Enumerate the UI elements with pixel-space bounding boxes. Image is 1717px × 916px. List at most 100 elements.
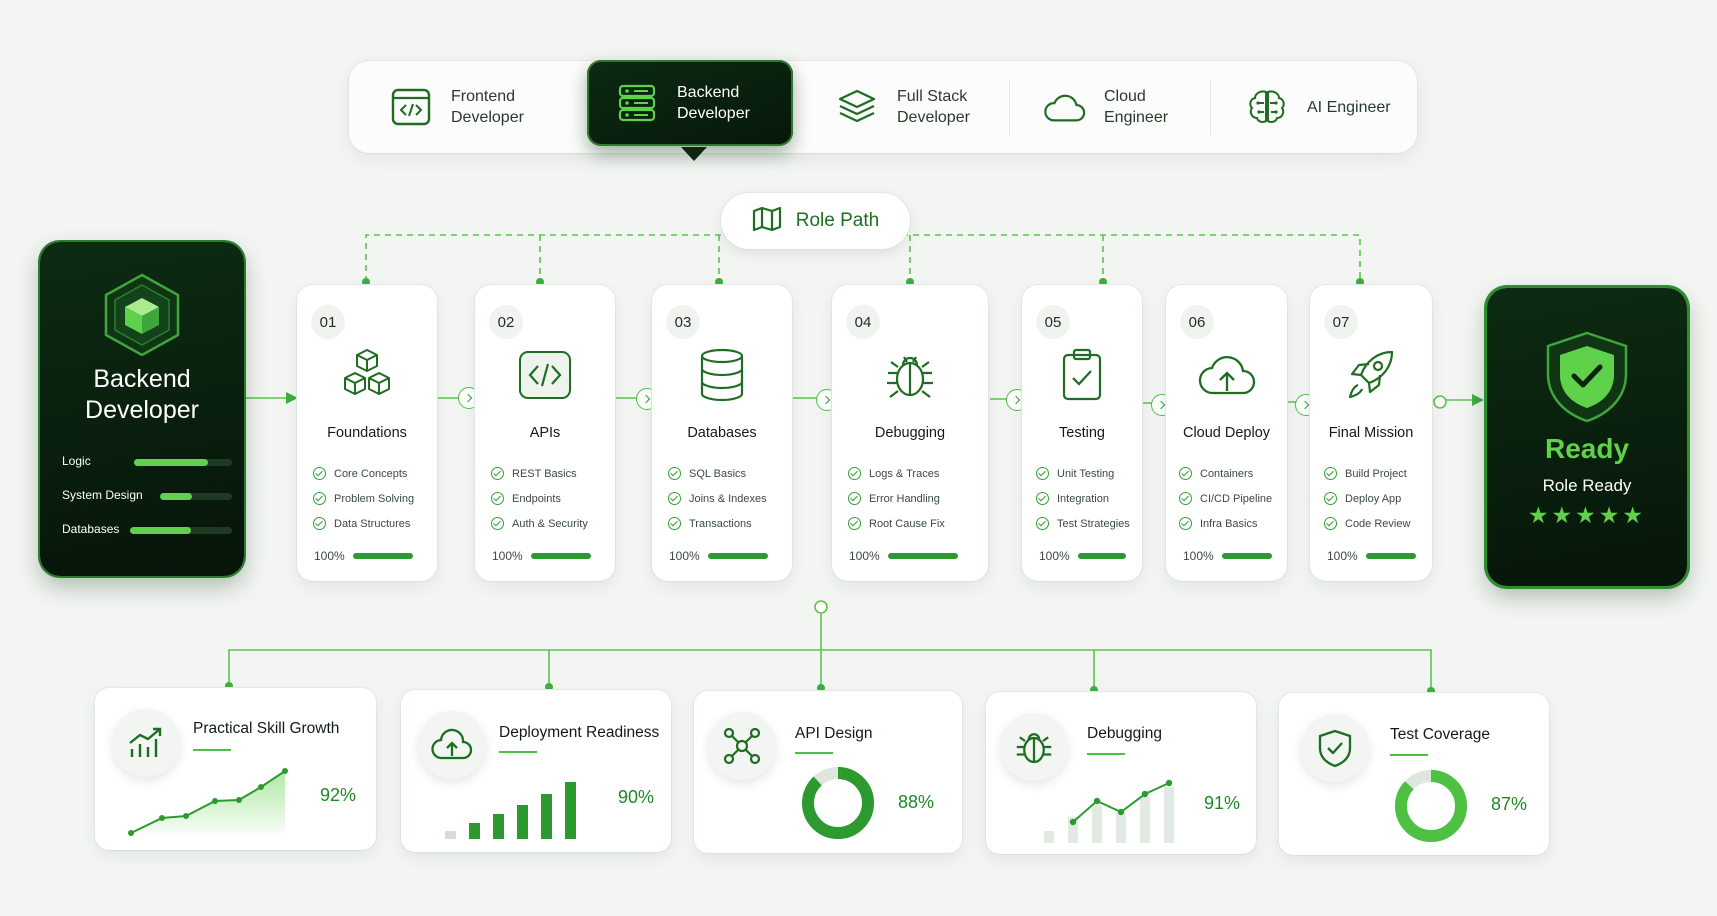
checklist-item-label: Root Cause Fix: [869, 517, 945, 530]
map-icon: [752, 206, 782, 237]
metric-title: API Design: [795, 725, 873, 742]
checklist-item: Logs & Traces: [848, 461, 945, 486]
shield-check-icon: [1301, 714, 1369, 782]
checklist-item-label: Infra Basics: [1200, 517, 1258, 530]
checklist-item: Error Handling: [848, 486, 945, 511]
check-icon: [848, 492, 861, 505]
progress-percent: 100%: [1183, 549, 1214, 563]
step-card-testing[interactable]: 05 Testing Unit Testing Integration Test…: [1022, 285, 1142, 581]
checklist-item: Root Cause Fix: [848, 511, 945, 536]
progress-bar: [1077, 553, 1126, 559]
step-card-cloud-deploy[interactable]: 06 Cloud Deploy Containers CI/CD Pipelin…: [1166, 285, 1287, 581]
tab-full-stack-developer[interactable]: Full Stack Developer: [799, 61, 999, 153]
metric-card-debugging[interactable]: Debugging 91%: [986, 692, 1256, 854]
metric-card-practical-skill-growth[interactable]: Practical Skill Growth 92%: [95, 688, 376, 850]
progress-bar: [707, 553, 768, 559]
checklist-item-label: Logs & Traces: [869, 467, 940, 480]
checklist-item: Joins & Indexes: [668, 486, 767, 511]
step-checklist: SQL Basics Joins & Indexes Transactions: [668, 461, 767, 536]
progress-percent: 100%: [849, 549, 880, 563]
step-card-apis[interactable]: 02 APIs REST Basics Endpoints Auth & Sec…: [475, 285, 615, 581]
role-path-label: Role Path: [795, 210, 880, 231]
test-coverage-donut: [1395, 770, 1467, 842]
check-icon: [491, 467, 504, 480]
step-card-databases[interactable]: 03 Databases SQL Basics Joins & Indexes …: [652, 285, 792, 581]
tab-cloud-engineer[interactable]: Cloud Engineer: [1010, 61, 1210, 153]
step-card-foundations[interactable]: 01 Foundations Core Concepts Problem Sol…: [297, 285, 437, 581]
readiness-bar-chart: [445, 782, 576, 839]
step-title: Databases: [687, 425, 757, 441]
metric-card-deployment-readiness[interactable]: Deployment Readiness 90%: [401, 690, 671, 852]
checklist-item-label: Unit Testing: [1057, 467, 1115, 480]
checklist-item-label: Error Handling: [869, 492, 940, 505]
step-number: 04: [846, 305, 880, 339]
checklist-item: REST Basics: [491, 461, 588, 486]
layers-icon: [835, 85, 879, 129]
progress-percent: 100%: [1039, 549, 1070, 563]
check-icon: [313, 467, 326, 480]
step-title: Testing: [1059, 425, 1105, 441]
checklist-item: Deploy App: [1324, 486, 1410, 511]
check-icon: [1324, 492, 1337, 505]
skill-track: [160, 493, 232, 500]
step-checklist: Build Project Deploy App Code Review: [1324, 461, 1410, 536]
step-title: Final Mission: [1328, 425, 1414, 441]
checklist-item-label: SQL Basics: [689, 467, 747, 480]
checklist-item: Code Review: [1324, 511, 1410, 536]
checklist-item-label: Data Structures: [334, 517, 411, 530]
step-checklist: Unit Testing Integration Test Strategies: [1036, 461, 1130, 536]
checklist-item: Auth & Security: [491, 511, 588, 536]
tab-ai-engineer[interactable]: AI Engineer: [1211, 61, 1417, 153]
metric-title: Test Coverage: [1390, 726, 1490, 743]
checklist-item-label: Deploy App: [1345, 492, 1402, 505]
progress-bar: [1365, 553, 1416, 559]
checklist-item-label: CI/CD Pipeline: [1200, 492, 1273, 505]
check-icon: [1324, 517, 1337, 530]
skill-label: Databases: [62, 522, 120, 536]
checklist-item: Transactions: [668, 511, 767, 536]
metric-title: Deployment Readiness: [499, 724, 660, 741]
checklist-item-label: Endpoints: [512, 492, 561, 505]
skill-bar-fill: [130, 527, 192, 534]
code-window-icon: [389, 85, 433, 129]
step-progress: 100%: [492, 549, 591, 563]
skill-bar-fill: [160, 493, 193, 500]
role-label: Cloud Engineer: [1104, 88, 1169, 126]
step-checklist: REST Basics Endpoints Auth & Security: [491, 461, 588, 536]
cube-icon: [101, 272, 183, 363]
tab-frontend-developer[interactable]: Frontend Developer: [349, 61, 585, 153]
tab-backend-developer[interactable]: Backend Developer: [587, 60, 793, 146]
title-underline: [1390, 754, 1428, 756]
shield-check-icon: [1542, 330, 1632, 429]
progress-percent: 100%: [492, 549, 523, 563]
title-underline: [1087, 753, 1125, 755]
role-label: Backend Developer: [677, 84, 750, 122]
progress-percent: 100%: [314, 549, 345, 563]
checklist-item-label: REST Basics: [512, 467, 577, 480]
metric-card-test-coverage[interactable]: Test Coverage 87%: [1279, 693, 1549, 855]
progress-bar: [887, 553, 958, 559]
skill-label: Logic: [62, 454, 91, 468]
bug-icon: [832, 345, 988, 405]
check-icon: [313, 517, 326, 530]
skill-row-system-design: System Design: [62, 486, 232, 506]
check-icon: [1179, 492, 1192, 505]
role-label: Frontend Developer: [451, 88, 524, 126]
step-number: 02: [489, 305, 523, 339]
checklist-item-label: Problem Solving: [334, 492, 415, 505]
checklist-item: Integration: [1036, 486, 1130, 511]
step-number: 01: [311, 305, 345, 339]
step-card-debugging[interactable]: 04 Debugging Logs & Traces Error Handlin…: [832, 285, 988, 581]
metric-value: 90%: [618, 787, 655, 807]
step-progress: 100%: [669, 549, 768, 563]
metric-value: 91%: [1204, 793, 1241, 813]
checklist-item-label: Test Strategies: [1057, 517, 1130, 530]
metric-card-api-design[interactable]: API Design 88%: [694, 691, 962, 853]
profile-title: Backend Developer: [85, 365, 199, 424]
checklist-item: Unit Testing: [1036, 461, 1130, 486]
code-brackets-icon: [475, 345, 615, 405]
checklist-item: CI/CD Pipeline: [1179, 486, 1272, 511]
role-path-button[interactable]: Role Path: [721, 193, 910, 249]
step-card-final-mission[interactable]: 07 Final Mission Build Project Deploy Ap…: [1310, 285, 1432, 581]
debugging-trend-chart: [1044, 779, 1174, 843]
